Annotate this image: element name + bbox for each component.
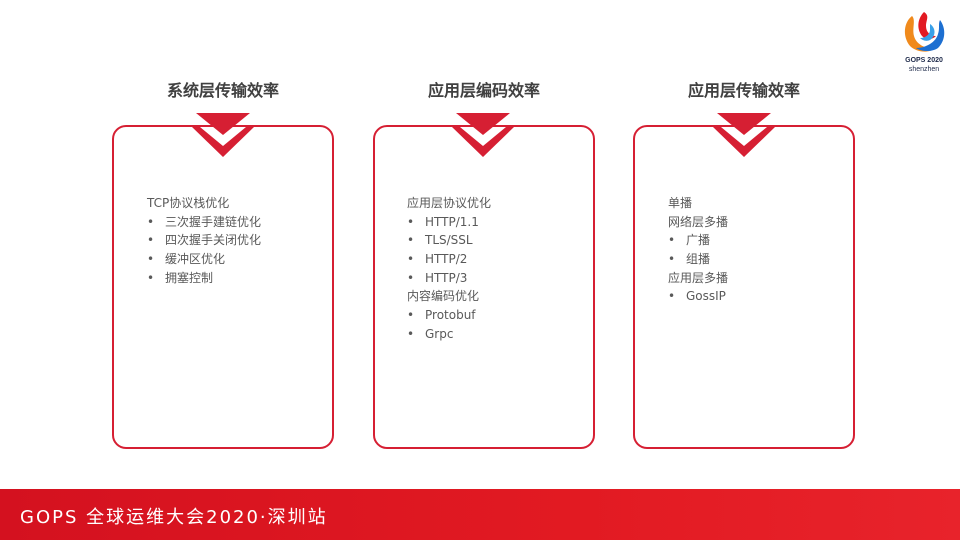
list-item-bullet: • 广播 xyxy=(668,231,728,250)
bullet-icon: • xyxy=(147,233,155,248)
footer-title: GOPS 全球运维大会2020·深圳站 xyxy=(20,507,328,528)
list-item-text: 三次握手建链优化 xyxy=(165,214,262,229)
column-title-3: 应用层传输效率 xyxy=(687,81,800,100)
bullet-icon: • xyxy=(407,326,415,341)
logo-line-2: shenzhen xyxy=(908,66,940,73)
bullet-icon: • xyxy=(407,214,415,229)
list-item-heading: 网络层多播 xyxy=(668,213,728,232)
list-item-text: 单播 xyxy=(668,196,693,210)
list-item-text: 内容编码优化 xyxy=(407,289,480,304)
list-item-text: 缓冲区优化 xyxy=(165,252,226,267)
list-item-heading: 内容编码优化 xyxy=(407,287,491,306)
list-item-heading: 单播 xyxy=(668,194,728,213)
list-item-text: GossIP xyxy=(686,289,726,304)
card-list-1: TCP协议栈优化 • 三次握手建链优化 • 四次握手关闭优化 • 缓冲区优化 • 拥塞控制 xyxy=(147,194,261,287)
chevron-down-icon xyxy=(452,113,514,157)
list-item-text: HTTP/1.1 xyxy=(425,214,479,229)
list-item-bullet: • TLS/SSL xyxy=(407,231,491,250)
card-list-3: 单播网络层多播 • 广播 • 组播应用层多播 • GossIP xyxy=(668,194,728,306)
list-item-text: 网络层多播 xyxy=(668,214,729,229)
list-item-bullet: • 缓冲区优化 xyxy=(147,250,261,269)
bullet-icon: • xyxy=(407,308,415,323)
bullet-icon: • xyxy=(147,252,155,267)
list-item-bullet: • HTTP/2 xyxy=(407,250,491,269)
list-item-bullet: • GossIP xyxy=(668,287,728,306)
list-item-bullet: • 三次握手建链优化 xyxy=(147,213,261,232)
list-item-heading: 应用层协议优化 xyxy=(407,194,491,213)
bullet-icon: • xyxy=(668,252,676,267)
list-item-bullet: • HTTP/1.1 xyxy=(407,213,491,232)
bullet-icon: • xyxy=(668,289,676,304)
bullet-icon: • xyxy=(147,270,155,285)
list-item-bullet: • Grpc xyxy=(407,325,491,344)
list-item-text: Protobuf xyxy=(425,308,476,323)
list-item-text: 应用层多播 xyxy=(668,270,729,285)
list-item-text: 组播 xyxy=(686,252,711,267)
bullet-icon: • xyxy=(668,233,676,248)
gops-logo: GOPS 2020 shenzhen xyxy=(896,10,952,80)
card-app-transport xyxy=(633,125,855,449)
list-item-text: HTTP/2 xyxy=(425,252,468,267)
list-item-text: 广播 xyxy=(686,233,711,248)
list-item-bullet: • HTTP/3 xyxy=(407,269,491,288)
logo-line-1: GOPS 2020 xyxy=(905,57,943,64)
gops-flame-logo-icon xyxy=(904,12,945,52)
footer-bar: GOPS 全球运维大会2020·深圳站 xyxy=(0,489,960,540)
bullet-icon: • xyxy=(407,252,415,267)
column-title-2: 应用层编码效率 xyxy=(427,81,540,100)
bullet-icon: • xyxy=(407,233,415,248)
list-item-text: 四次握手关闭优化 xyxy=(165,233,262,248)
chevron-down-icon xyxy=(713,113,775,157)
list-item-heading: TCP协议栈优化 xyxy=(147,194,261,213)
bullet-icon: • xyxy=(407,270,415,285)
bullet-icon: • xyxy=(147,214,155,229)
list-item-bullet: • 组播 xyxy=(668,250,728,269)
list-item-text: 应用层协议优化 xyxy=(407,196,492,210)
column-title-1: 系统层传输效率 xyxy=(166,81,279,100)
card-list-2: 应用层协议优化 • HTTP/1.1 • TLS/SSL • HTTP/2 • HTTP/3 内容… xyxy=(407,194,491,344)
list-item-bullet: • Protobuf xyxy=(407,306,491,325)
list-item-bullet: • 四次握手关闭优化 xyxy=(147,231,261,250)
list-item-heading: 应用层多播 xyxy=(668,269,728,288)
list-item-text: 拥塞控制 xyxy=(165,270,214,285)
list-item-bullet: • 拥塞控制 xyxy=(147,269,261,288)
list-item-text: TLS/SSL xyxy=(425,233,473,248)
chevron-down-icon xyxy=(192,113,254,157)
list-item-text: Grpc xyxy=(425,326,454,341)
list-item-text: TCP协议栈优化 xyxy=(147,196,230,210)
list-item-text: HTTP/3 xyxy=(425,270,468,285)
